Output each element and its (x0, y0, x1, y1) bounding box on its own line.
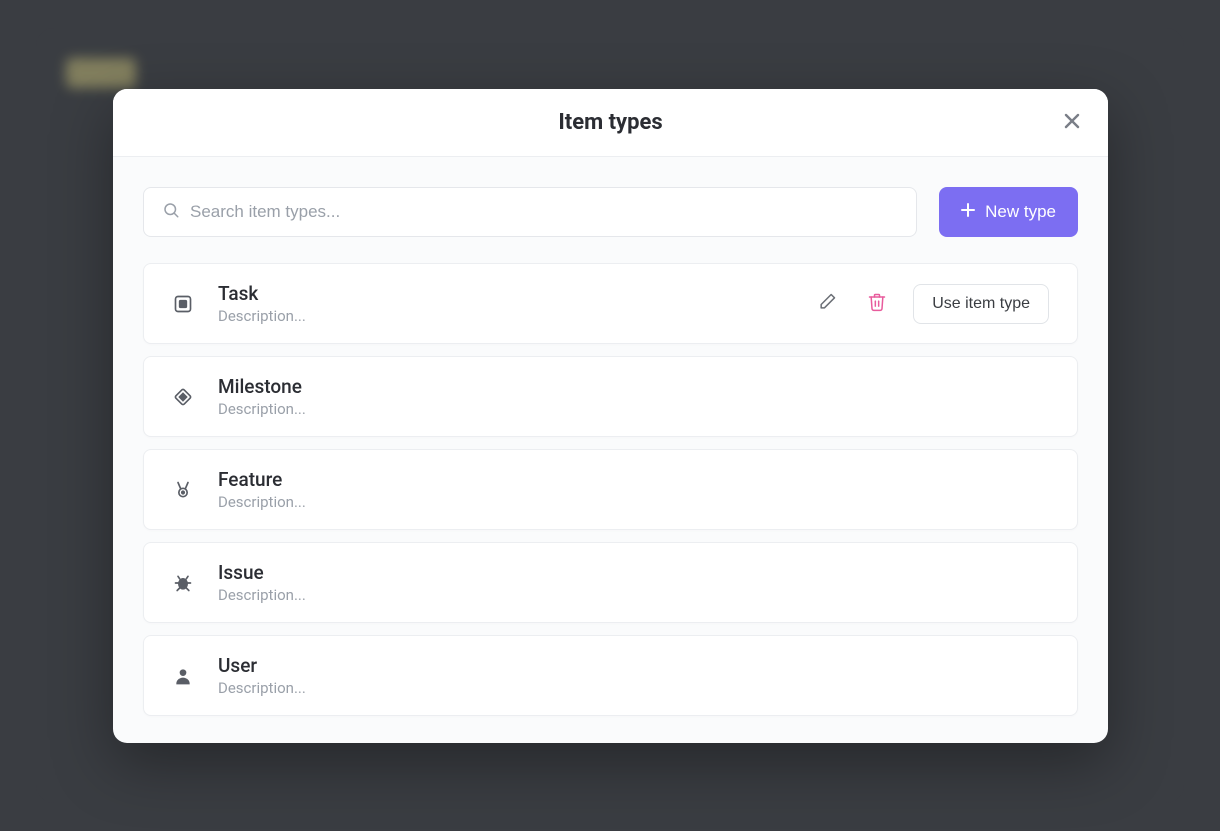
close-button[interactable] (1058, 109, 1086, 137)
item-name: Task (218, 282, 789, 305)
new-type-label: New type (985, 202, 1056, 222)
item-description: Description... (218, 679, 1049, 697)
square-icon (172, 293, 194, 315)
modal-backdrop: Item types (0, 0, 1220, 831)
trash-icon (867, 292, 887, 315)
edit-button[interactable] (813, 288, 841, 319)
item-name: Feature (218, 468, 1049, 491)
modal-body: New type Task Description... (113, 157, 1108, 743)
item-text: User Description... (218, 654, 1049, 697)
item-description: Description... (218, 586, 1049, 604)
item-text: Issue Description... (218, 561, 1049, 604)
item-type-row[interactable]: Milestone Description... (143, 356, 1078, 437)
close-icon (1062, 111, 1082, 134)
item-actions: Use item type (813, 284, 1049, 324)
diamond-icon (172, 386, 194, 408)
item-description: Description... (218, 307, 789, 325)
search-field-wrap[interactable] (143, 187, 917, 237)
item-type-row[interactable]: Issue Description... (143, 542, 1078, 623)
item-description: Description... (218, 493, 1049, 511)
search-input[interactable] (190, 202, 898, 222)
use-item-type-button[interactable]: Use item type (913, 284, 1049, 324)
item-name: User (218, 654, 1049, 677)
item-types-list: Task Description... (143, 263, 1078, 716)
bug-icon (172, 572, 194, 594)
item-description: Description... (218, 400, 1049, 418)
plus-icon (961, 202, 975, 222)
user-icon (172, 665, 194, 687)
item-type-row[interactable]: User Description... (143, 635, 1078, 716)
item-text: Milestone Description... (218, 375, 1049, 418)
toolbar: New type (143, 187, 1078, 237)
item-name: Issue (218, 561, 1049, 584)
modal-header: Item types (113, 89, 1108, 157)
new-type-button[interactable]: New type (939, 187, 1078, 237)
item-types-modal: Item types (113, 89, 1108, 743)
modal-title: Item types (558, 110, 662, 135)
search-icon (162, 201, 180, 223)
item-type-row[interactable]: Task Description... (143, 263, 1078, 344)
delete-button[interactable] (863, 288, 891, 319)
item-text: Feature Description... (218, 468, 1049, 511)
item-type-row[interactable]: Feature Description... (143, 449, 1078, 530)
pencil-icon (817, 292, 837, 315)
item-text: Task Description... (218, 282, 789, 325)
item-name: Milestone (218, 375, 1049, 398)
medal-icon (172, 479, 194, 501)
